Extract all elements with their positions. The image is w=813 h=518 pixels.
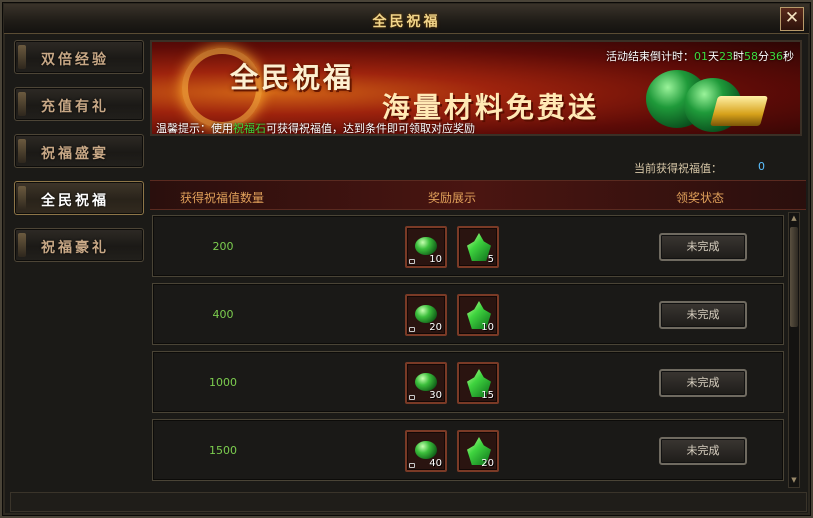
close-button[interactable]: ✕ <box>780 7 804 31</box>
event-banner: 全民祝福 海量材料免费送 活动结束倒计时：01天23时58分36秒 温馨提示：使… <box>150 40 802 136</box>
scroll-up-icon[interactable]: ▲ <box>790 214 798 224</box>
reward-item-slot[interactable]: 20 <box>457 430 499 472</box>
claim-status-button[interactable]: 未完成 <box>659 233 747 261</box>
unit-minutes: 分 <box>758 50 769 63</box>
required-amount: 400 <box>212 308 234 321</box>
reward-row: 1000 30 15 未完成 <box>152 351 784 413</box>
green-gem-icon <box>415 441 437 459</box>
claim-status-button[interactable]: 未完成 <box>659 437 747 465</box>
reward-item-slot[interactable]: 20 <box>405 294 447 336</box>
item-count: 30 <box>429 390 442 401</box>
main-panel: 全民祝福 海量材料免费送 活动结束倒计时：01天23时58分36秒 温馨提示：使… <box>150 40 806 488</box>
countdown-days: 01 <box>694 50 708 63</box>
banner-title: 全民祝福 <box>230 61 355 94</box>
unit-hours: 时 <box>733 50 744 63</box>
countdown-timer: 活动结束倒计时：01天23时58分36秒 <box>606 48 794 64</box>
unit-days: 天 <box>708 50 719 63</box>
reward-item-slot[interactable]: 15 <box>457 362 499 404</box>
bound-lock-icon <box>409 327 415 332</box>
current-blessing-value: 当前获得祝福值： 0 <box>150 156 806 178</box>
reward-list: 200 10 5 未完成 400 20 10 未完成 1000 30 15 未完… <box>152 215 784 483</box>
hint-suffix: 可获得祝福值，达到条件即可领取对应奖励 <box>266 122 475 135</box>
unit-seconds: 秒 <box>783 50 794 63</box>
item-count: 15 <box>481 390 494 401</box>
green-gem-icon <box>415 237 437 255</box>
claim-status-button[interactable]: 未完成 <box>659 369 747 397</box>
item-count: 40 <box>429 458 442 469</box>
current-blessing-label: 当前获得祝福值： <box>634 162 722 175</box>
sidebar-item-label: 祝福盛宴 <box>41 146 109 162</box>
bound-lock-icon <box>409 259 415 264</box>
bound-lock-icon <box>409 395 415 400</box>
sidebar-item-recharge-gift[interactable]: 充值有礼 <box>14 87 144 121</box>
sidebar-item-label: 祝福豪礼 <box>41 240 109 256</box>
blessing-window: 全民祝福 ✕ 双倍经验 充值有礼 祝福盛宴 全民祝福 祝福豪礼 全民祝福 海量材… <box>0 0 813 518</box>
item-count: 10 <box>429 254 442 265</box>
reward-row: 400 20 10 未完成 <box>152 283 784 345</box>
sidebar-item-blessing-gift[interactable]: 祝福豪礼 <box>14 228 144 262</box>
sidebar-item-blessing-feast[interactable]: 祝福盛宴 <box>14 134 144 168</box>
reward-list-scrollbar[interactable]: ▲ ▼ <box>788 212 800 488</box>
sidebar-item-double-exp[interactable]: 双倍经验 <box>14 40 144 74</box>
header-claim-status: 领奖状态 <box>676 191 725 205</box>
required-amount: 1500 <box>209 444 237 457</box>
sidebar-item-label: 全民祝福 <box>41 193 109 209</box>
bound-lock-icon <box>409 463 415 468</box>
scroll-down-icon[interactable]: ▼ <box>790 476 798 486</box>
sidebar-item-all-blessing[interactable]: 全民祝福 <box>14 181 144 215</box>
window-title: 全民祝福 <box>372 14 441 30</box>
current-blessing-number: 0 <box>758 160 765 173</box>
reward-item-slot[interactable]: 5 <box>457 226 499 268</box>
green-gem-icon <box>415 305 437 323</box>
header-blessing-amount: 获得祝福值数量 <box>180 191 265 205</box>
blessing-stone-link[interactable]: 祝福石 <box>233 122 266 134</box>
countdown-label: 活动结束倒计时： <box>606 50 694 63</box>
scroll-thumb[interactable] <box>790 227 798 327</box>
item-count: 20 <box>429 322 442 333</box>
required-amount: 1000 <box>209 376 237 389</box>
gold-ingots-icon <box>709 96 769 126</box>
sidebar: 双倍经验 充值有礼 祝福盛宴 全民祝福 祝福豪礼 <box>14 40 144 275</box>
green-gem-icon <box>415 373 437 391</box>
item-count: 20 <box>481 458 494 469</box>
title-bar: 全民祝福 ✕ <box>4 4 809 34</box>
sidebar-item-label: 充值有礼 <box>41 99 109 115</box>
hint-text: 温馨提示：使用祝福石可获得祝福值，达到条件即可领取对应奖励 <box>156 120 475 135</box>
countdown-minutes: 58 <box>744 50 758 63</box>
reward-item-slot[interactable]: 10 <box>457 294 499 336</box>
item-count: 5 <box>487 254 494 265</box>
reward-table-header: 获得祝福值数量 奖励展示 领奖状态 <box>150 180 806 210</box>
header-reward-display: 奖励展示 <box>428 191 477 205</box>
reward-item-slot[interactable]: 10 <box>405 226 447 268</box>
countdown-hours: 23 <box>719 50 733 63</box>
reward-row: 1500 40 20 未完成 <box>152 419 784 481</box>
claim-status-button[interactable]: 未完成 <box>659 301 747 329</box>
required-amount: 200 <box>212 240 234 253</box>
hint-prefix: 温馨提示：使用 <box>156 122 233 135</box>
countdown-seconds: 36 <box>769 50 783 63</box>
window-footer <box>10 492 807 512</box>
reward-item-slot[interactable]: 30 <box>405 362 447 404</box>
reward-row: 200 10 5 未完成 <box>152 215 784 277</box>
sidebar-item-label: 双倍经验 <box>41 52 109 68</box>
item-count: 10 <box>481 322 494 333</box>
reward-item-slot[interactable]: 40 <box>405 430 447 472</box>
